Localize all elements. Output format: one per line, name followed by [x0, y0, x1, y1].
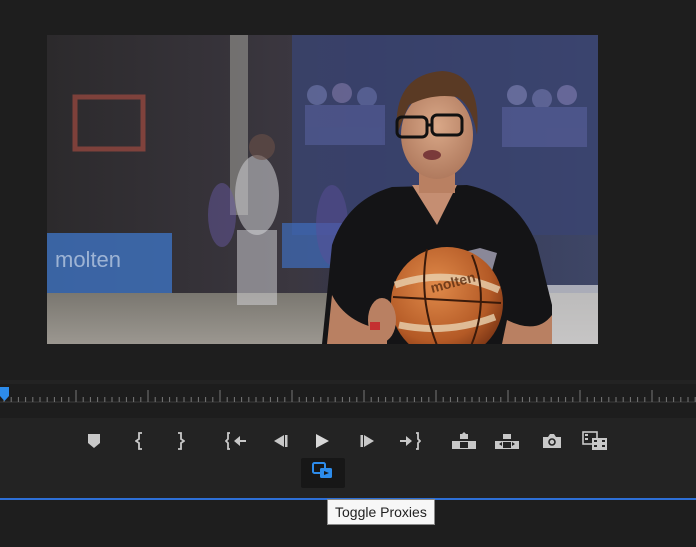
mark-out-button[interactable]	[165, 430, 195, 452]
mark-out-icon	[175, 432, 185, 450]
ruler-ticks	[0, 390, 696, 403]
lift-icon	[451, 432, 477, 450]
film-compare-icon	[582, 431, 608, 451]
comparison-view-button[interactable]	[580, 430, 610, 452]
step-back-button[interactable]	[265, 430, 295, 452]
step-forward-button[interactable]	[353, 430, 383, 452]
play-icon	[314, 433, 330, 449]
transport-controls	[0, 418, 696, 498]
marker-icon	[87, 433, 101, 449]
go-to-in-icon	[225, 432, 247, 450]
playhead-handle[interactable]	[0, 387, 10, 401]
extract-button[interactable]	[492, 430, 522, 452]
svg-text:molten: molten	[55, 247, 121, 272]
time-ruler[interactable]	[0, 384, 696, 418]
toggle-proxies-button[interactable]	[301, 458, 345, 488]
go-to-in-button[interactable]	[221, 430, 251, 452]
step-back-icon	[271, 434, 289, 448]
program-monitor: molten molten	[0, 0, 696, 380]
step-forward-icon	[359, 434, 377, 448]
go-to-out-icon	[399, 432, 421, 450]
mark-in-icon	[135, 432, 145, 450]
extract-icon	[494, 432, 520, 450]
tooltip: Toggle Proxies	[327, 499, 435, 525]
video-preview: molten molten	[47, 35, 598, 344]
lift-button[interactable]	[449, 430, 479, 452]
go-to-out-button[interactable]	[395, 430, 425, 452]
camera-icon	[542, 433, 562, 449]
mark-in-button[interactable]	[125, 430, 155, 452]
add-marker-button[interactable]	[79, 430, 109, 452]
toggle-proxies-icon	[312, 461, 334, 485]
export-frame-button[interactable]	[537, 430, 567, 452]
play-button[interactable]	[307, 430, 337, 452]
